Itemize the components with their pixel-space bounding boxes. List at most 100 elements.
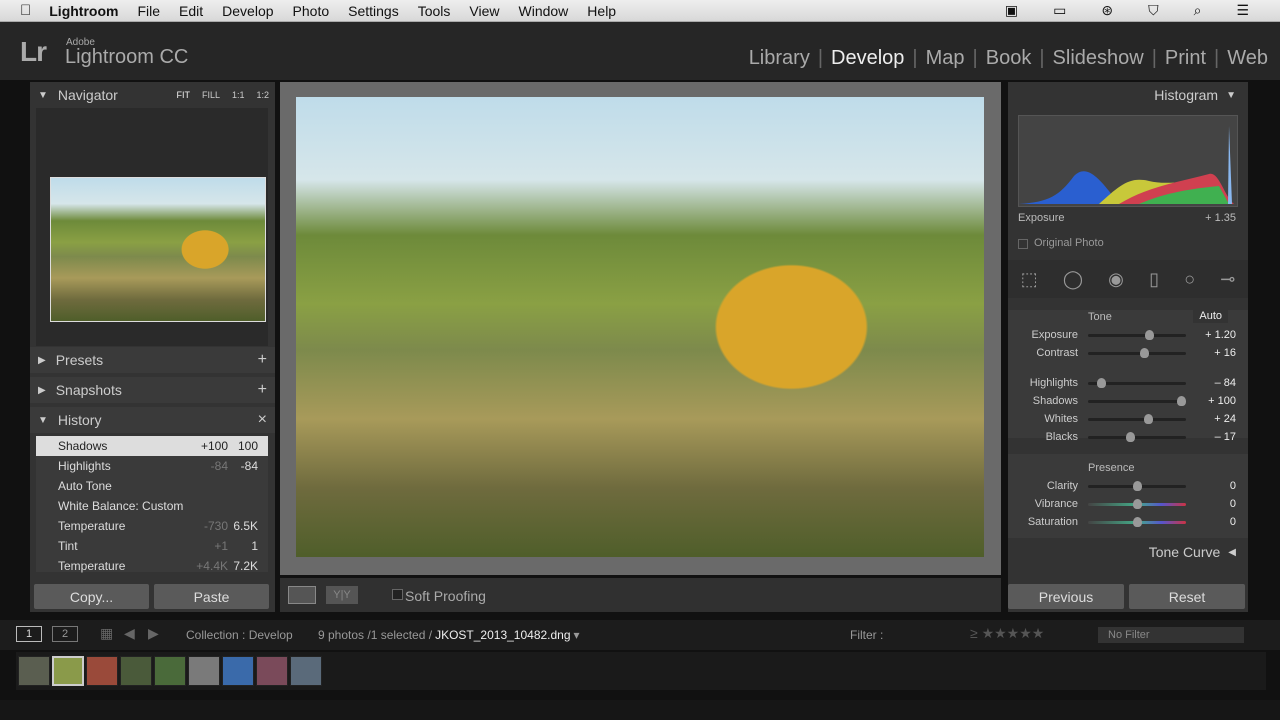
presets-header[interactable]: ▶ Presets + [30,347,275,373]
slider-value[interactable]: + 16 [1214,347,1236,359]
main-photo[interactable] [296,97,984,557]
tone-curve-header[interactable]: Tone Curve ◀ [1008,539,1248,565]
slider-value[interactable]: + 100 [1208,395,1236,407]
module-book[interactable]: Book [986,47,1032,70]
list-icon[interactable]: ☰ [1236,2,1249,19]
history-item[interactable]: Highlights -84 -84 [36,456,268,476]
filmstrip-thumbnail[interactable] [256,656,288,686]
filmstrip-thumbnail[interactable] [18,656,50,686]
slider-track[interactable] [1088,481,1186,491]
slider-value[interactable]: – 84 [1215,377,1236,389]
slider-value[interactable]: 0 [1230,480,1236,492]
loupe-view-icon[interactable] [288,586,316,604]
paste-button[interactable]: Paste [154,584,269,609]
shield-icon[interactable]: ⛉ [1148,2,1159,19]
apple-icon[interactable]:  [20,2,31,19]
adjustment-brush-icon[interactable]: ⊸ [1220,269,1235,290]
filename[interactable]: JKOST_2013_10482.dng [435,628,570,642]
forward-arrow-icon[interactable]: ▶ [148,625,159,642]
slider-knob[interactable] [1144,330,1154,340]
history-item[interactable]: Shadows +100 100 [36,436,268,456]
menu-view[interactable]: View [469,3,499,19]
camera-icon[interactable]: ▣ [1005,2,1018,19]
rating-filter[interactable]: ≥ ★★★★★ [970,625,1044,642]
source-label[interactable]: Collection : Develop [186,628,293,642]
filmstrip-thumbnail[interactable] [188,656,220,686]
auto-tone-button[interactable]: Auto [1193,309,1228,323]
history-header[interactable]: ▼ History × [30,407,275,433]
creative-cloud-icon[interactable]: ⊛ [1101,2,1113,19]
slider-track[interactable] [1088,378,1186,388]
navigator-preview[interactable] [36,108,268,346]
history-item[interactable]: Auto Tone [36,476,268,496]
slider-contrast[interactable]: Contrast + 16 [1008,344,1248,362]
zoom-1-1[interactable]: 1:1 [232,90,245,100]
history-item[interactable]: Temperature -730 6.5K [36,516,268,536]
grid-view-icon[interactable]: ▦ [100,625,113,642]
menu-settings[interactable]: Settings [348,3,399,19]
zoom-1-2[interactable]: 1:2 [256,90,269,100]
slider-knob[interactable] [1126,432,1136,442]
reset-button[interactable]: Reset [1129,584,1245,609]
zoom-fill[interactable]: FILL [202,90,220,100]
slider-knob[interactable] [1139,348,1149,358]
slider-knob[interactable] [1177,396,1187,406]
back-arrow-icon[interactable]: ◀ [124,625,135,642]
module-slideshow[interactable]: Slideshow [1053,47,1144,70]
zoom-fit[interactable]: FIT [176,90,190,100]
histogram-header[interactable]: Histogram ▼ [1008,82,1248,108]
screen-2-button[interactable]: 2 [52,626,78,642]
red-eye-icon[interactable]: ◉ [1108,269,1124,290]
filmstrip-thumbnail[interactable] [120,656,152,686]
crop-tool-icon[interactable]: ⬚ [1021,269,1038,290]
copy-button[interactable]: Copy... [34,584,149,609]
menu-help[interactable]: Help [587,3,616,19]
module-print[interactable]: Print [1165,47,1206,70]
add-snapshot-icon[interactable]: + [258,381,267,399]
filter-select[interactable]: No Filter [1098,627,1244,643]
menu-edit[interactable]: Edit [179,3,203,19]
slider-value[interactable]: + 1.20 [1205,329,1236,341]
navigator-header[interactable]: ▼ Navigator FIT FILL 1:1 1:2 [30,82,275,108]
slider-clarity[interactable]: Clarity 0 [1008,477,1248,495]
menu-develop[interactable]: Develop [222,3,273,19]
slider-track[interactable] [1088,517,1186,527]
slider-value[interactable]: 0 [1230,516,1236,528]
clear-history-icon[interactable]: × [258,411,267,429]
menu-photo[interactable]: Photo [293,3,330,19]
slider-track[interactable] [1088,330,1186,340]
slider-vibrance[interactable]: Vibrance 0 [1008,495,1248,513]
slider-value[interactable]: 0 [1230,498,1236,510]
module-web[interactable]: Web [1227,47,1268,70]
slider-track[interactable] [1088,414,1186,424]
filmstrip-thumbnail[interactable] [290,656,322,686]
previous-button[interactable]: Previous [1008,584,1124,609]
menu-window[interactable]: Window [519,3,569,19]
menu-app[interactable]: Lightroom [49,3,118,19]
filmstrip-thumbnail[interactable] [52,656,84,686]
radial-filter-icon[interactable]: ○ [1184,269,1195,290]
slider-knob[interactable] [1133,481,1142,491]
slider-shadows[interactable]: Shadows + 100 [1008,392,1248,410]
add-preset-icon[interactable]: + [258,351,267,369]
graduated-filter-icon[interactable]: ▯ [1149,269,1159,290]
slider-blacks[interactable]: Blacks – 17 [1008,428,1248,446]
history-item[interactable]: Temperature +4.4K 7.2K [36,556,268,576]
slider-track[interactable] [1088,432,1186,442]
slider-highlights[interactable]: Highlights – 84 [1008,374,1248,392]
slider-exposure[interactable]: Exposure + 1.20 [1008,326,1248,344]
filmstrip-thumbnail[interactable] [222,656,254,686]
display-icon[interactable]: ▭ [1053,2,1066,19]
history-item[interactable]: Tint +1 1 [36,536,268,556]
snapshots-header[interactable]: ▶ Snapshots + [30,377,275,403]
module-develop[interactable]: Develop [831,47,904,70]
slider-knob[interactable] [1143,414,1153,424]
filmstrip-thumbnail[interactable] [86,656,118,686]
menu-tools[interactable]: Tools [418,3,451,19]
soft-proofing-checkbox[interactable] [392,589,403,600]
slider-value[interactable]: + 24 [1214,413,1236,425]
slider-knob[interactable] [1096,378,1106,388]
navigator-thumbnail[interactable] [50,177,266,322]
history-item[interactable]: White Balance: Custom [36,496,268,516]
slider-track[interactable] [1088,348,1186,358]
